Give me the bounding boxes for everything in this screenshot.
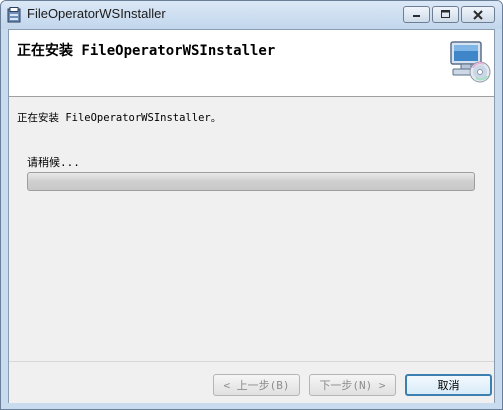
installer-window: FileOperatorWSInstaller 正在安装 FileOperato… [0,0,503,410]
back-button[interactable]: < 上一步(B) [213,374,300,396]
installer-body: 正在安装 FileOperatorWSInstaller 正在安装 FileOp… [8,29,495,403]
computer-cd-icon [450,41,491,83]
maximize-icon [441,10,450,18]
cancel-button[interactable]: 取消 [405,374,492,396]
banner-title: 正在安装 FileOperatorWSInstaller [17,43,276,59]
installer-app-icon [7,7,21,23]
close-button[interactable] [461,6,495,23]
next-button[interactable]: 下一步(N) > [309,374,396,396]
wait-label: 请稍候... [27,156,80,169]
minimize-button[interactable] [403,6,430,23]
window-title: FileOperatorWSInstaller [27,6,166,21]
install-progress-bar [27,172,475,191]
minimize-icon [413,15,420,17]
maximize-button[interactable] [432,6,459,23]
banner: 正在安装 FileOperatorWSInstaller [9,30,494,97]
title-bar[interactable]: FileOperatorWSInstaller [1,1,502,29]
close-icon [473,9,483,20]
status-message: 正在安装 FileOperatorWSInstaller。 [17,112,222,124]
button-bar: < 上一步(B) 下一步(N) > 取消 [9,361,494,403]
